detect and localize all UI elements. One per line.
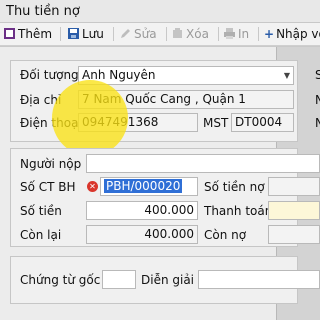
delete-button-label: Xóa [186,27,209,41]
owed-field[interactable] [268,225,320,244]
payment-field[interactable] [268,201,320,220]
toolbar-divider [60,27,61,41]
window-title: Thu tiền nợ [6,4,80,19]
mst-label: MST [203,116,229,130]
toolbar-divider [258,27,259,41]
amount-value: 400.000 [144,203,194,217]
right-label-1: S [315,68,320,82]
add-button-label: Thêm [18,27,53,41]
delete-icon [172,27,183,38]
right-label-2: N [315,93,320,107]
edit-button[interactable]: Sửa [120,26,157,42]
voucher-value: PBH/000020 [104,179,183,193]
toolbar-divider [166,27,167,41]
cursor-highlight [52,80,128,156]
chevron-down-icon[interactable]: ▼ [284,67,290,84]
debt-amount-label: Số tiền nợ [204,180,265,194]
mst-value: DT0004 [235,115,283,129]
payment-label: Thanh toán [204,204,273,218]
subject-combo[interactable]: Anh Nguyên ▼ [78,66,294,85]
owed-label: Còn nợ [204,228,247,242]
amount-field[interactable]: 400.000 [86,201,198,220]
right-label-3: N [315,116,320,130]
voucher-field[interactable]: PBH/000020 [100,177,198,196]
remaining-field[interactable]: 400.000 [86,225,198,244]
add-icon [4,27,15,39]
amount-label: Số tiền [20,204,62,218]
printer-icon [224,27,235,39]
plus-icon: + [264,27,275,41]
save-button-label: Lưu [82,27,104,41]
payer-label: Người nộp [20,157,82,171]
voucher-label: Số CT BH [20,180,76,194]
remaining-label: Còn lại [20,228,62,242]
print-button-label: In [238,27,250,41]
origin-doc-label: Chứng từ gốc [20,273,101,287]
toolbar-divider [113,27,114,41]
toolbar-divider [218,27,219,41]
window-titlebar: Thu tiền nợ [0,0,320,23]
import-button-label: Nhập vo [276,27,320,41]
payer-field[interactable] [86,154,320,173]
description-field[interactable] [198,270,320,289]
remaining-value: 400.000 [144,227,194,241]
print-button[interactable]: In [224,26,249,42]
add-button[interactable]: Thêm [4,26,52,42]
toolbar: Thêm Lưu Sửa Xóa In +Nhập vo [0,23,320,46]
edit-icon [120,27,131,38]
mst-field[interactable]: DT0004 [231,113,294,132]
subject-label: Đối tượng [20,68,79,82]
debt-amount-field[interactable] [268,177,320,196]
description-label: Diễn giải [141,273,195,287]
origin-doc-field[interactable] [102,270,136,289]
save-button[interactable]: Lưu [68,26,104,42]
delete-button[interactable]: Xóa [172,26,209,42]
error-icon: ✕ [87,181,98,192]
edit-button-label: Sửa [134,27,157,41]
save-icon [68,27,79,39]
import-button[interactable]: +Nhập vo [264,26,320,42]
